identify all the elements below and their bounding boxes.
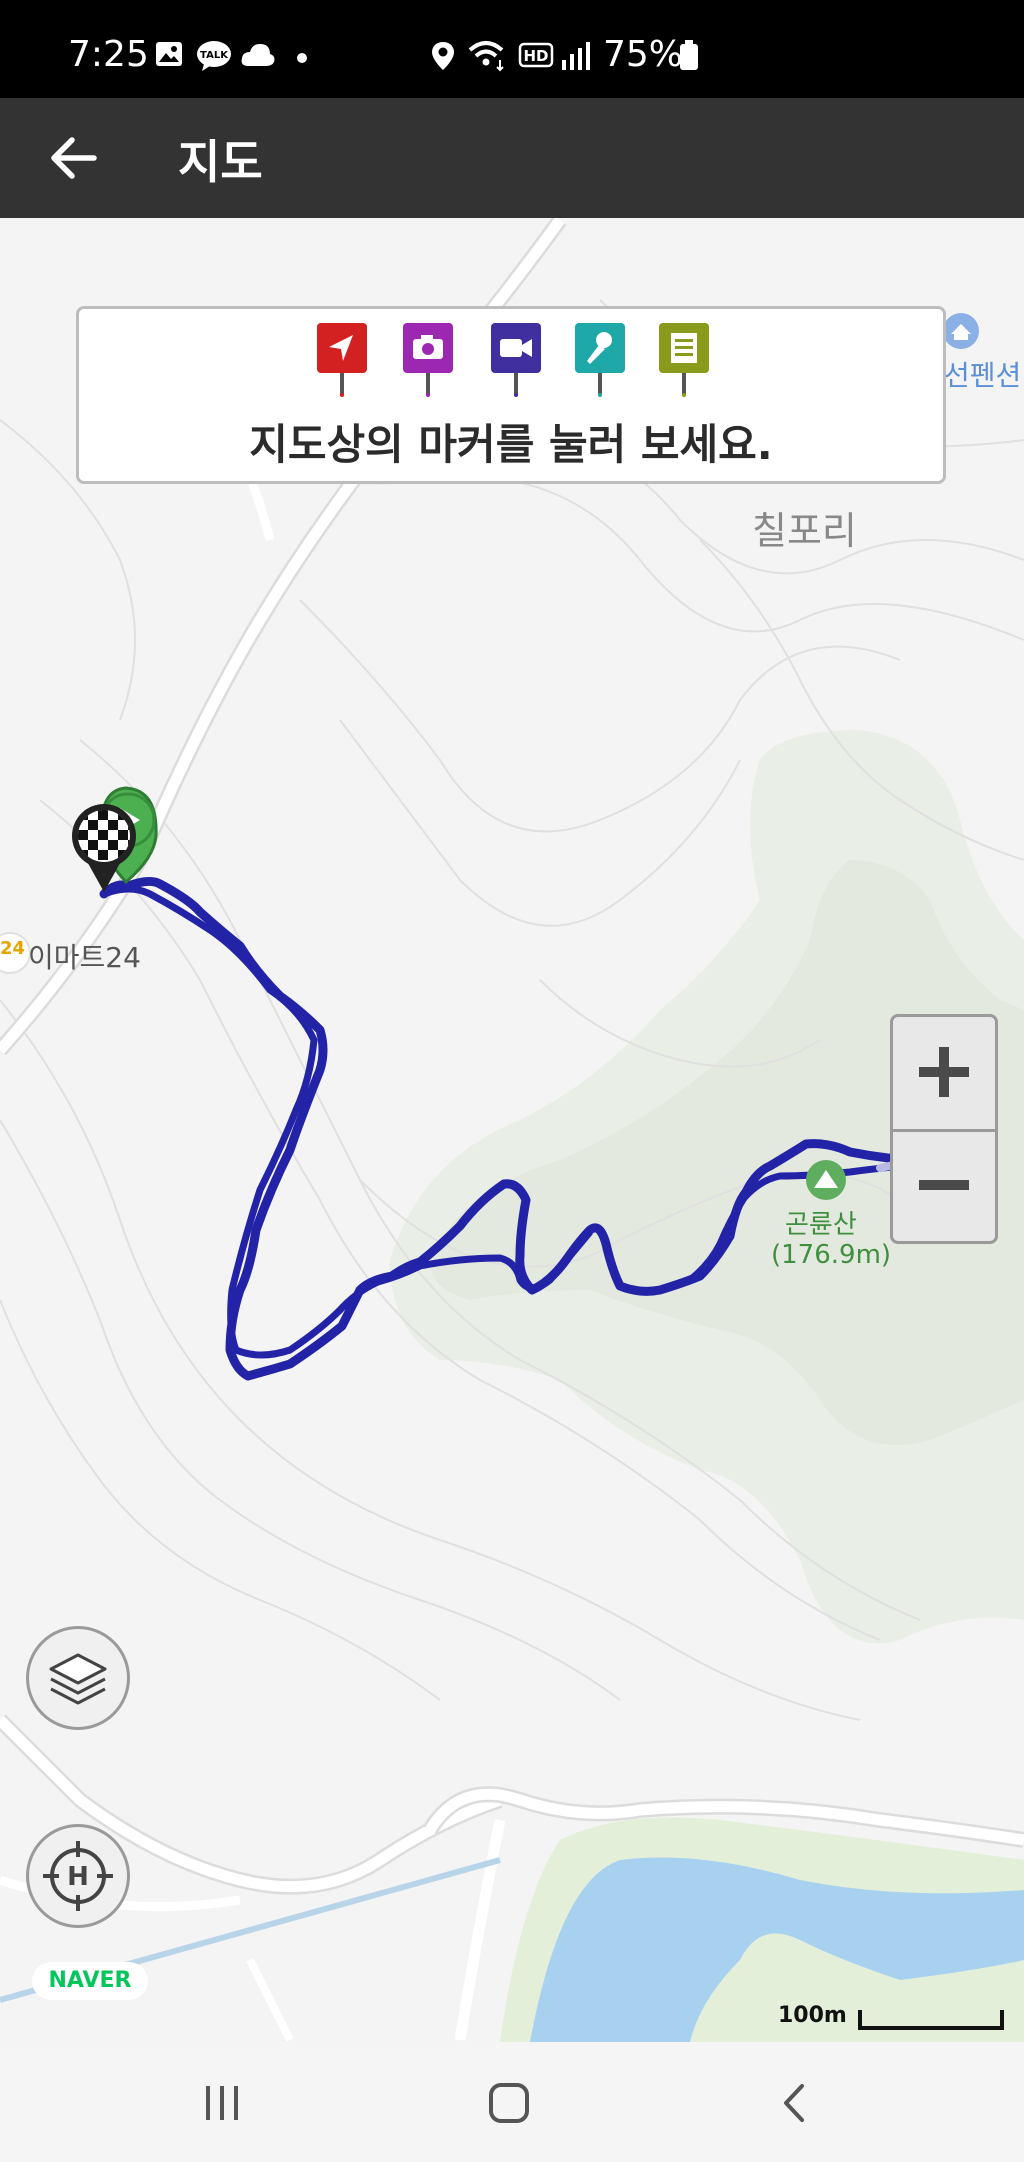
minus-icon xyxy=(919,1180,969,1190)
camera-marker-icon[interactable] xyxy=(403,323,453,397)
memo-marker-icon[interactable] xyxy=(659,323,709,397)
scale-label: 100m xyxy=(778,2003,847,2028)
zoom-controls xyxy=(890,1014,998,1244)
page-title: 지도 xyxy=(178,135,263,189)
store-label: 이마트24 xyxy=(28,941,141,974)
zoom-in-button[interactable] xyxy=(893,1017,995,1129)
svg-text:H: H xyxy=(67,1862,89,1892)
zoom-out-button[interactable] xyxy=(893,1132,995,1244)
naver-attribution[interactable]: NAVER xyxy=(32,1962,148,2000)
battery-icon xyxy=(680,40,698,70)
location-icon xyxy=(432,42,454,70)
arrow-left-icon[interactable] xyxy=(44,128,104,188)
microphone-marker-icon[interactable] xyxy=(575,323,625,397)
status-bar: 7:25 TALK HD 75% xyxy=(0,0,1024,98)
status-time: 7:25 xyxy=(68,34,149,75)
marker-hint-box: 지도상의 마커를 눌러 보세요. xyxy=(76,306,946,484)
plus-icon xyxy=(919,1047,969,1097)
store-badge: 24 xyxy=(0,938,26,959)
back-chevron-icon[interactable] xyxy=(776,2080,812,2126)
gallery-icon xyxy=(156,42,182,66)
svg-text:TALK: TALK xyxy=(200,50,229,61)
layers-icon xyxy=(49,1653,107,1705)
map-canvas[interactable] xyxy=(0,218,1024,2042)
layers-button[interactable] xyxy=(26,1626,130,1730)
mountain-height-label: (176.9m) xyxy=(771,1240,892,1270)
village-label: 칠포리 xyxy=(752,509,857,553)
crosshair-h-icon: H xyxy=(43,1841,113,1911)
recents-icon[interactable] xyxy=(200,2082,244,2124)
dot-icon xyxy=(297,53,307,63)
wifi-icon xyxy=(468,41,504,72)
navigation-marker-icon[interactable] xyxy=(317,323,367,397)
battery-percent: 75% xyxy=(603,34,684,75)
marker-hint-text: 지도상의 마커를 눌러 보세요. xyxy=(249,420,773,469)
video-marker-icon[interactable] xyxy=(491,323,541,397)
navigation-bar xyxy=(0,2042,1024,2162)
locate-button[interactable]: H xyxy=(26,1824,130,1928)
map-view[interactable]: 지도상의 마커를 눌러 보세요. 칠포리 이마트24 24 곤륜산 (176.9… xyxy=(0,218,1024,2042)
app-bar: 지도 xyxy=(0,98,1024,218)
pension-label: 선펜션 xyxy=(944,359,1022,392)
svg-text:HD: HD xyxy=(523,47,548,65)
mountain-name-label: 곤륜산 xyxy=(785,1210,857,1240)
cloud-icon xyxy=(241,44,275,66)
home-icon[interactable] xyxy=(486,2080,532,2126)
signal-icon xyxy=(562,42,590,70)
kakaotalk-icon: TALK xyxy=(197,41,231,71)
hd-icon: HD xyxy=(518,42,554,68)
